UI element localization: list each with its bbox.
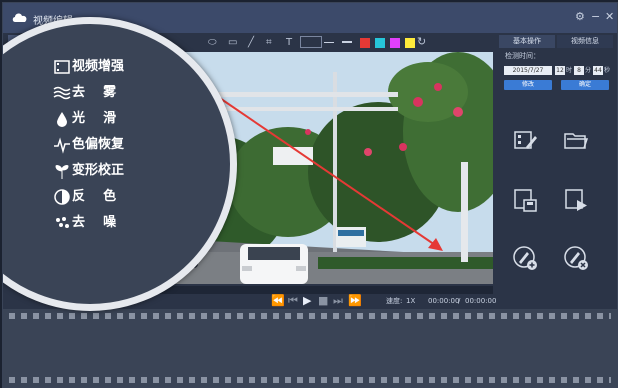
rewind-icon[interactable]: ⏪	[271, 295, 285, 307]
color-cast-wave-icon	[54, 137, 70, 154]
cloud-logo-icon	[12, 13, 27, 22]
video-save-icon[interactable]	[512, 187, 538, 213]
undo-icon[interactable]: ↻	[417, 36, 426, 47]
total-time: 00:00:00	[465, 297, 497, 305]
film-sprocket-holes	[9, 377, 611, 383]
minute-field[interactable]: 8	[574, 66, 584, 75]
denoise-icon	[56, 217, 69, 228]
stop-icon[interactable]: ■	[318, 295, 328, 307]
rectangle-tool-icon[interactable]: ▭	[228, 38, 237, 48]
line-width-thin-icon[interactable]	[324, 42, 334, 43]
text-tool-icon[interactable]: T	[286, 38, 292, 48]
current-time: 00:00:00	[428, 297, 460, 305]
seek-bar[interactable]	[138, 286, 493, 294]
second-unit: 秒	[604, 67, 611, 74]
speed-value[interactable]: 1X	[406, 296, 415, 306]
minute-unit: 分	[585, 67, 592, 74]
step-forward-icon[interactable]: ⏭	[333, 295, 343, 307]
color-swatch-yellow[interactable]	[405, 38, 415, 48]
ellipse-tool-icon[interactable]: ⬭	[208, 38, 217, 48]
right-panel: 基本操作 视频信息 检测时间： 2015/7/27 12 时 8 分 44 秒 …	[499, 35, 615, 303]
minimize-icon[interactable]: −	[591, 11, 600, 23]
video-edit-icon[interactable]	[512, 127, 538, 153]
speed-label: 速度:	[386, 297, 403, 305]
video-play-icon[interactable]	[563, 187, 589, 213]
line-style-thin-icon[interactable]	[300, 36, 322, 48]
time-separator: /	[458, 297, 461, 305]
menu-distortion-correction[interactable]: 变形校正	[72, 163, 124, 179]
close-icon[interactable]: ✕	[605, 11, 614, 23]
step-back-icon[interactable]: ⏮	[288, 295, 298, 307]
add-annotation-icon[interactable]	[512, 245, 538, 271]
line-width-thick-icon[interactable]	[342, 41, 352, 43]
confirm-button[interactable]: 确定	[561, 80, 609, 90]
settings-icon[interactable]: ⚙	[575, 11, 585, 23]
hour-unit: 时	[566, 67, 573, 74]
detect-time-label: 检测时间：	[505, 52, 540, 60]
color-swatch-cyan[interactable]	[375, 38, 385, 48]
play-icon[interactable]: ▶	[303, 295, 311, 307]
second-field[interactable]: 44	[593, 66, 603, 75]
date-field[interactable]: 2015/7/27	[504, 66, 552, 75]
mosaic-tool-icon[interactable]: ⌗	[266, 38, 272, 48]
filmstrip-timeline[interactable]	[3, 309, 617, 387]
color-swatch-magenta[interactable]	[390, 38, 400, 48]
hour-field[interactable]: 12	[555, 66, 565, 75]
menu-invert-color[interactable]: 反 色	[72, 189, 116, 205]
open-folder-icon[interactable]	[563, 127, 589, 153]
menu-color-cast-restore[interactable]: 色偏恢复	[72, 137, 124, 153]
menu-dehaze[interactable]: 去 雾	[72, 85, 116, 101]
tab-basic-ops[interactable]: 基本操作	[499, 35, 555, 48]
smooth-drop-icon	[57, 112, 67, 127]
menu-denoise[interactable]: 去 噪	[72, 215, 116, 231]
menu-smooth[interactable]: 光 滑	[72, 111, 116, 127]
tab-video-info[interactable]: 视频信息	[557, 35, 613, 48]
fast-forward-icon[interactable]: ⏩	[348, 295, 362, 307]
line-tool-icon[interactable]: ╱	[248, 38, 254, 48]
app-window: 视频编辑 ⚙ − ✕ ⬭ ▭ ╱ ⌗ T ↻	[2, 2, 618, 388]
sprout-correction-icon	[55, 165, 69, 179]
film-enhance-icon	[54, 60, 70, 74]
dehaze-waves-icon	[53, 86, 71, 100]
modify-button[interactable]: 修改	[504, 80, 552, 90]
playback-controls: ⏪ ⏮ ▶ ■ ⏭ ⏩ 速度: 1X 00:00:00 / 00:00:00	[138, 295, 497, 309]
invert-color-icon	[54, 189, 70, 205]
color-swatch-red[interactable]	[360, 38, 370, 48]
menu-video-enhance[interactable]: 视频增强	[72, 59, 124, 75]
drawing-toolbar: ⬭ ▭ ╱ ⌗ T	[138, 35, 493, 51]
delete-annotation-icon[interactable]	[563, 245, 589, 271]
film-sprocket-holes	[9, 313, 611, 319]
